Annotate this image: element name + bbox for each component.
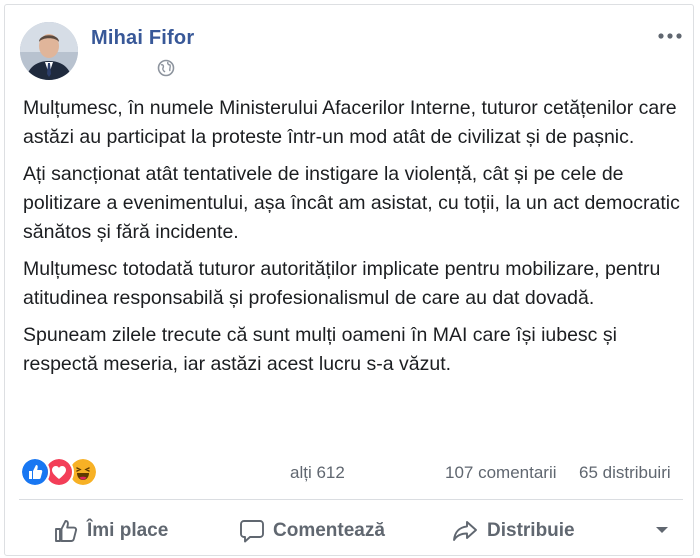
chevron-down-icon[interactable]	[655, 525, 669, 535]
comment-button[interactable]: Comentează	[239, 515, 385, 547]
like-label: Îmi place	[87, 520, 169, 541]
post-paragraph: Mulțumesc totodată tuturor autorităților…	[23, 258, 661, 309]
comment-label: Comentează	[273, 520, 385, 541]
author-name[interactable]: Mihai Fifor	[91, 27, 194, 50]
comment-icon	[240, 520, 264, 543]
like-button[interactable]: Îmi place	[53, 515, 168, 547]
post-paragraph: Spuneam zilele trecute că sunt mulți oam…	[23, 324, 617, 375]
post-card: Mihai Fifor Mulțumesc, în numele Ministe…	[4, 4, 694, 556]
share-count[interactable]: 65 distribuiri	[579, 463, 671, 483]
comment-count[interactable]: 107 comentarii	[445, 463, 557, 483]
globe-icon[interactable]	[157, 59, 175, 77]
post-body: Mulțumesc, în numele Ministerului Afacer…	[23, 94, 683, 387]
share-button[interactable]: Distribuie	[451, 515, 575, 547]
share-icon	[453, 521, 477, 541]
reaction-count[interactable]: alți 612	[290, 463, 345, 483]
share-label: Distribuie	[487, 520, 575, 541]
post-paragraph: Ați sancționat atât tentativele de insti…	[23, 163, 680, 243]
reactions-summary[interactable]	[20, 457, 110, 487]
thumbs-up-icon	[55, 520, 78, 542]
like-reaction-icon	[20, 457, 50, 487]
avatar[interactable]	[20, 22, 78, 80]
divider	[19, 499, 683, 500]
post-paragraph: Mulțumesc, în numele Ministerului Afacer…	[23, 97, 677, 148]
ellipsis-icon[interactable]	[657, 29, 683, 43]
